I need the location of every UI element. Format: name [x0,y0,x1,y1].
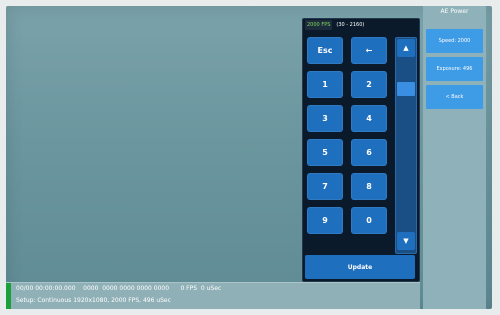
key-4-button[interactable]: 4 [351,105,387,132]
status-setup-line: Setup: Continuous 1920x1080, 2000 FPS, 4… [16,297,171,304]
key-1-button[interactable]: 1 [307,71,343,98]
key-3-button[interactable]: 3 [307,105,343,132]
chevron-up-icon: ▲ [403,44,409,52]
backspace-button[interactable]: ← [351,37,387,64]
key-6-button[interactable]: 6 [351,139,387,166]
exposure-button[interactable]: Exposure: 496 [426,57,483,81]
key-9-button[interactable]: 9 [307,207,343,234]
key-2-button[interactable]: 2 [351,71,387,98]
esc-button[interactable]: Esc [307,37,343,64]
status-bar: 00/00 00:00:00.000 0000 0000 0000 0000 0… [6,282,420,309]
update-button[interactable]: Update [305,255,415,279]
keypad-header: 2000 FPS (30 - 2160) [305,20,417,30]
key-8-button[interactable]: 8 [351,173,387,200]
scroll-thumb[interactable] [397,82,415,96]
value-scroll-track[interactable]: ▲ ▼ [395,37,417,254]
key-5-button[interactable]: 5 [307,139,343,166]
numeric-keypad-panel: 2000 FPS (30 - 2160) Esc ← 1 2 3 4 5 6 7… [302,18,420,282]
key-7-button[interactable]: 7 [307,173,343,200]
menu-title: AE Power [440,8,469,15]
status-timecode-line: 00/00 00:00:00.000 0000 0000 0000 0000 0… [16,285,222,292]
scroll-up-button[interactable]: ▲ [397,39,415,57]
back-button[interactable]: < Back [426,85,483,109]
speed-button[interactable]: Speed: 2000 [426,29,483,53]
camera-device-frame: 2000 FPS (30 - 2160) Esc ← 1 2 3 4 5 6 7… [0,0,500,315]
fps-value-label: 2000 FPS [305,20,333,30]
status-indicator [6,283,11,309]
scroll-down-button[interactable]: ▼ [397,232,415,250]
right-menu-panel: AE Power Speed: 2000 Exposure: 496 < Bac… [423,6,486,309]
key-0-button[interactable]: 0 [351,207,387,234]
fps-range-label: (30 - 2160) [336,22,365,28]
chevron-down-icon: ▼ [403,237,409,245]
